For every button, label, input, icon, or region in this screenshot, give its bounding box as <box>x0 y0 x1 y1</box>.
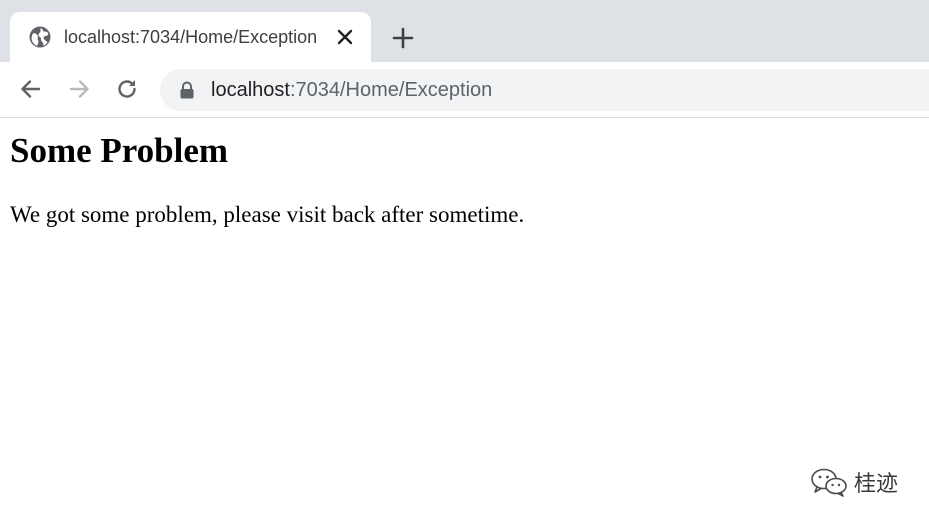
plus-icon[interactable] <box>390 25 416 51</box>
wechat-icon <box>811 468 847 497</box>
arrow-right-icon[interactable] <box>66 76 92 102</box>
url-path: :7034/Home/Exception <box>289 79 493 101</box>
page-content: Some Problem We got some problem, please… <box>0 118 929 522</box>
close-icon[interactable] <box>334 26 356 48</box>
url-text[interactable]: localhost:7034/Home/Exception <box>211 77 492 103</box>
tab-strip: localhost:7034/Home/Exception <box>0 0 929 62</box>
globe-icon <box>29 26 51 48</box>
watermark: 桂迹 <box>810 466 898 498</box>
address-bar[interactable]: localhost:7034/Home/Exception <box>160 69 929 111</box>
browser-window: localhost:7034/Home/Exception localhost:… <box>0 0 929 522</box>
url-host: localhost <box>211 79 290 101</box>
error-message: We got some problem, please visit back a… <box>10 202 525 227</box>
tab-active[interactable]: localhost:7034/Home/Exception <box>10 12 371 62</box>
arrow-left-icon[interactable] <box>18 76 44 102</box>
tab-title: localhost:7034/Home/Exception <box>64 27 318 47</box>
lock-icon[interactable] <box>179 81 195 99</box>
page-title: Some Problem <box>10 131 229 170</box>
reload-icon[interactable] <box>114 76 140 102</box>
watermark-text: 桂迹 <box>854 472 899 497</box>
toolbar: localhost:7034/Home/Exception <box>0 62 929 118</box>
